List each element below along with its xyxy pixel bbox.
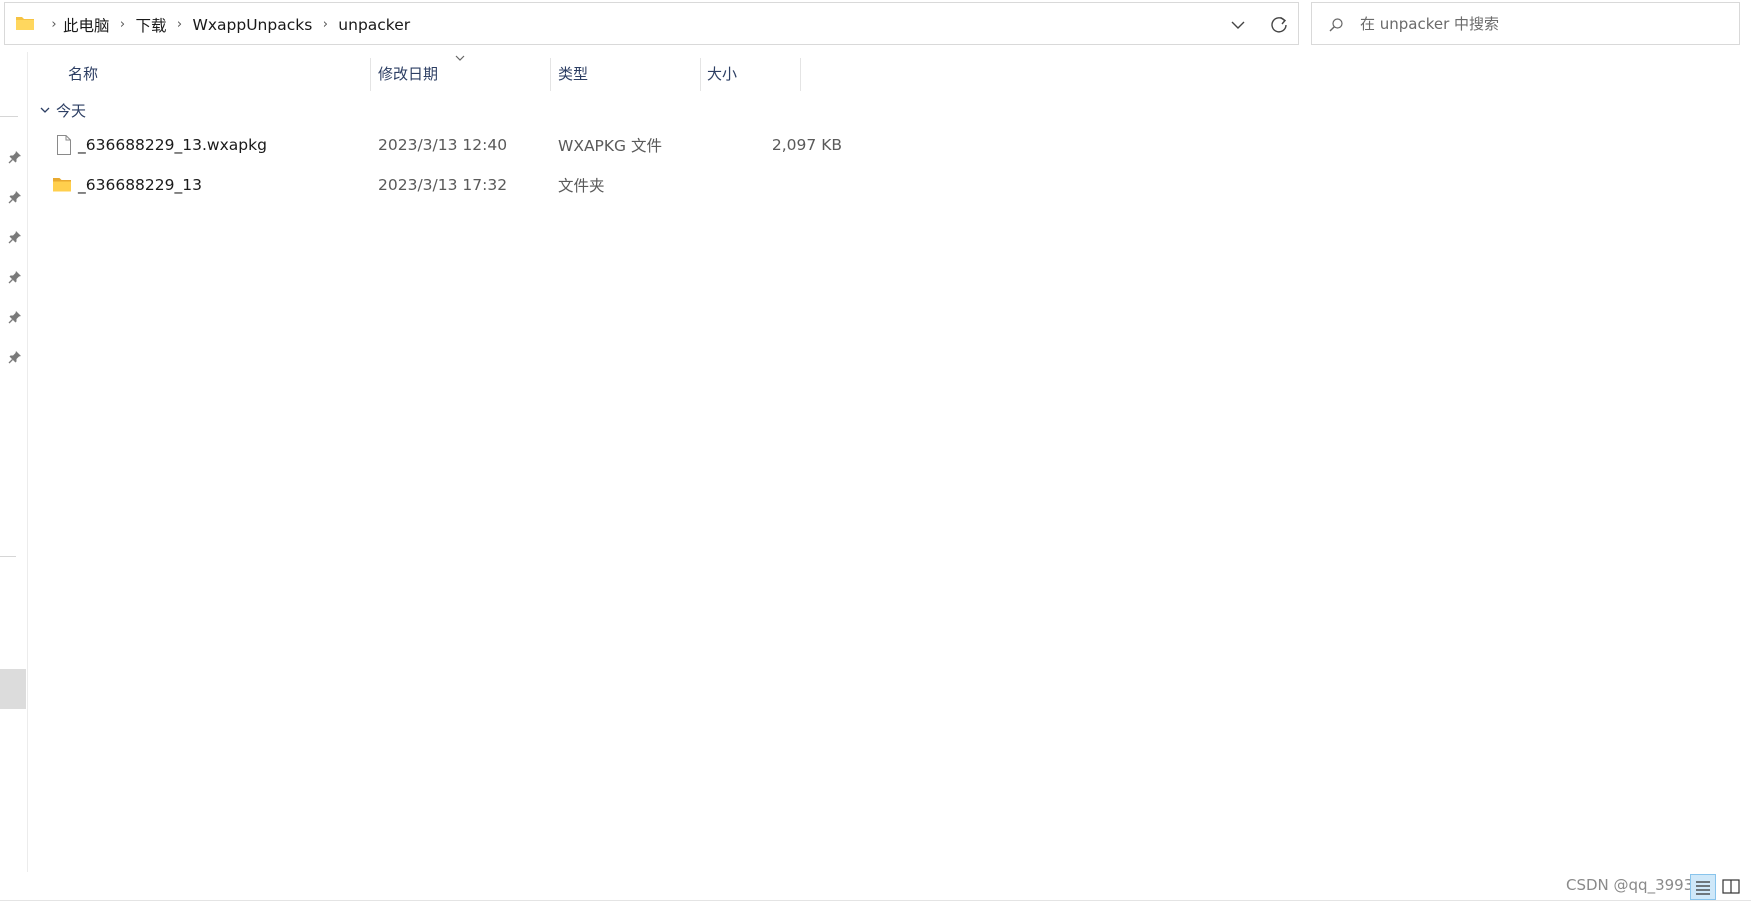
divider	[0, 556, 16, 557]
file-size: 2,097 KB	[771, 136, 842, 154]
column-header-size-label: 大小	[707, 64, 738, 83]
file-row[interactable]: _636688229_13 2023/3/13 17:32 文件夹	[50, 167, 810, 203]
chevron-down-icon[interactable]	[1225, 15, 1251, 35]
file-row[interactable]: _636688229_13.wxapkg 2023/3/13 12:40 WXA…	[50, 127, 842, 163]
breadcrumb-wxappunpacks[interactable]: WxappUnpacks	[193, 16, 313, 34]
breadcrumb-this-pc[interactable]: 此电脑	[63, 14, 110, 36]
column-header-type-label: 类型	[558, 64, 589, 83]
pin-icon[interactable]	[8, 190, 22, 204]
divider	[0, 900, 1751, 901]
file-type: 文件夹	[558, 177, 605, 195]
search-input[interactable]	[1360, 3, 1730, 44]
sort-descending-icon	[455, 55, 465, 61]
file-icon	[57, 135, 71, 155]
file-size	[710, 167, 842, 203]
column-header-date-label: 修改日期	[378, 64, 439, 83]
file-type: WXAPKG 文件	[558, 137, 662, 155]
group-header-today[interactable]: 今天	[38, 98, 86, 122]
chevron-right-icon[interactable]: ›	[167, 17, 193, 32]
column-headers: 名称 修改日期 类型 大小	[28, 55, 803, 91]
navigation-pane[interactable]	[0, 52, 28, 872]
pin-icon[interactable]	[8, 350, 22, 364]
details-view-button[interactable]	[1690, 874, 1716, 900]
column-header-type[interactable]: 类型	[558, 55, 698, 91]
pin-icon[interactable]	[8, 150, 22, 164]
column-divider[interactable]	[700, 58, 701, 91]
chevron-right-icon[interactable]: ›	[110, 17, 136, 32]
breadcrumb-unpacker[interactable]: unpacker	[338, 16, 410, 34]
column-divider[interactable]	[800, 58, 801, 91]
chevron-right-icon[interactable]: ›	[45, 17, 63, 32]
refresh-icon[interactable]	[1267, 14, 1291, 36]
pin-icon[interactable]	[8, 310, 22, 324]
pin-icon[interactable]	[8, 270, 22, 284]
chevron-down-icon	[40, 107, 50, 113]
folder-icon	[16, 17, 34, 30]
file-name[interactable]: _636688229_13.wxapkg	[78, 127, 267, 163]
nav-selected-item[interactable]	[0, 669, 26, 709]
breadcrumb: › 此电脑 › 下载 › WxappUnpacks › unpacker	[45, 3, 410, 46]
large-icons-view-icon	[1722, 879, 1740, 894]
file-name[interactable]: _636688229_13	[78, 167, 202, 203]
group-header-label: 今天	[56, 101, 87, 120]
address-bar[interactable]: › 此电脑 › 下载 › WxappUnpacks › unpacker	[4, 2, 1299, 45]
file-date: 2023/3/13 12:40	[378, 136, 508, 154]
search-box[interactable]	[1311, 2, 1740, 45]
chevron-right-icon[interactable]: ›	[312, 17, 338, 32]
large-icons-view-button[interactable]	[1718, 874, 1744, 900]
column-divider[interactable]	[550, 58, 551, 91]
pin-icon[interactable]	[8, 230, 22, 244]
column-header-size[interactable]: 大小	[707, 55, 787, 91]
column-header-name[interactable]: 名称	[68, 55, 398, 91]
file-date: 2023/3/13 17:32	[378, 176, 508, 194]
column-header-name-label: 名称	[68, 64, 99, 83]
breadcrumb-downloads[interactable]: 下载	[136, 14, 167, 36]
details-view-icon	[1696, 881, 1710, 895]
divider	[0, 116, 18, 117]
column-divider[interactable]	[370, 58, 371, 91]
search-icon	[1329, 18, 1343, 32]
folder-icon	[53, 178, 71, 192]
